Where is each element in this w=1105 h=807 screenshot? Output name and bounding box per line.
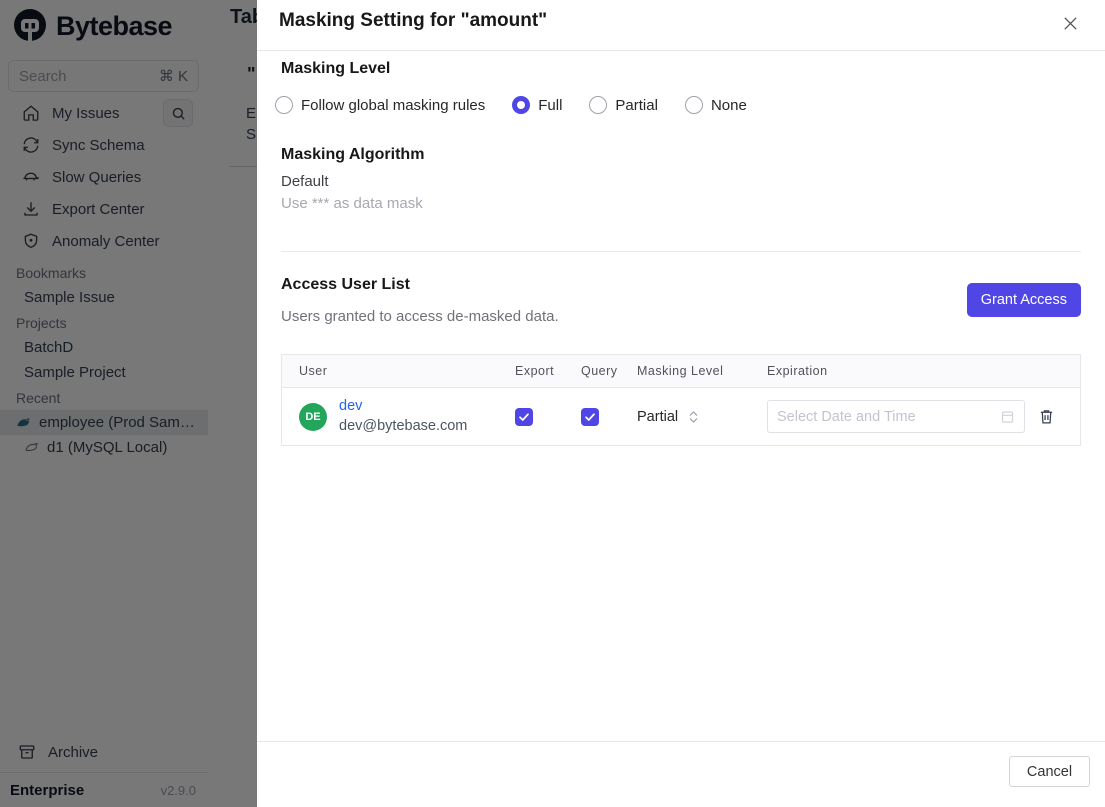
radio-option-none[interactable]: None [684, 96, 747, 114]
user-cell: DE dev dev@bytebase.com [282, 397, 498, 436]
trash-icon [1040, 410, 1053, 424]
access-user-list-heading: Access User List [281, 276, 410, 293]
user-email: dev@bytebase.com [339, 417, 468, 434]
col-header-user: User [299, 364, 328, 378]
grant-access-button[interactable]: Grant Access [966, 283, 1081, 317]
cancel-button[interactable]: Cancel [1009, 756, 1090, 787]
col-header-masking-level: Masking Level [637, 364, 724, 378]
modal-title: Masking Setting for "amount" [279, 10, 548, 31]
masking-level-select[interactable]: Partial [637, 409, 699, 425]
masking-level-heading: Masking Level [281, 60, 391, 77]
access-user-table: User Export Query Masking Level Expirati… [281, 354, 1081, 446]
masking-level-radio-group: Follow global masking rules Full Partial… [275, 96, 747, 114]
access-user-list-description: Users granted to access de-masked data. [281, 308, 559, 325]
table-row: DE dev dev@bytebase.com Partial [282, 388, 1080, 445]
expiration-date-input[interactable] [777, 408, 1000, 425]
radio-unselected-icon[interactable] [589, 96, 608, 114]
modal-header-divider [257, 50, 1105, 51]
col-header-export: Export [515, 364, 555, 378]
radio-option-follow-global[interactable]: Follow global masking rules [275, 96, 485, 114]
export-checkbox[interactable] [515, 407, 533, 426]
radio-option-full[interactable]: Full [512, 96, 562, 114]
expiration-cell [750, 400, 1080, 433]
masking-level-cell: Partial [620, 409, 750, 425]
modal-footer-divider [257, 741, 1105, 742]
masking-algorithm-value: Default [281, 173, 329, 190]
delete-access-button[interactable] [1038, 408, 1055, 425]
radio-selected-icon[interactable] [512, 96, 531, 114]
user-name-link[interactable]: dev [339, 397, 467, 417]
masking-algorithm-heading: Masking Algorithm [281, 146, 425, 163]
checkmark-icon [519, 412, 529, 421]
radio-option-partial[interactable]: Partial [589, 96, 658, 114]
chevron-updown-icon [689, 410, 698, 423]
section-divider [281, 251, 1081, 252]
radio-label[interactable]: Full [538, 97, 562, 114]
col-header-query: Query [581, 364, 618, 378]
masking-setting-modal: Masking Setting for "amount" Masking Lev… [257, 0, 1105, 807]
close-icon [1063, 16, 1077, 30]
query-cell [564, 407, 620, 426]
masking-algorithm-description: Use *** as data mask [281, 195, 423, 212]
masking-level-value: Partial [637, 408, 679, 425]
radio-unselected-icon[interactable] [684, 96, 703, 114]
radio-unselected-icon[interactable] [275, 96, 293, 114]
export-cell [498, 407, 564, 426]
col-header-expiration: Expiration [767, 364, 828, 378]
radio-label[interactable]: Follow global masking rules [301, 97, 485, 114]
expiration-date-input-wrap[interactable] [767, 400, 1025, 433]
radio-label[interactable]: Partial [615, 97, 658, 114]
checkmark-icon [585, 412, 595, 421]
radio-label[interactable]: None [711, 97, 747, 114]
avatar: DE [299, 402, 327, 431]
table-header-row: User Export Query Masking Level Expirati… [282, 355, 1080, 388]
query-checkbox[interactable] [581, 407, 599, 426]
close-button[interactable] [1058, 11, 1082, 35]
calendar-icon [1001, 411, 1014, 423]
